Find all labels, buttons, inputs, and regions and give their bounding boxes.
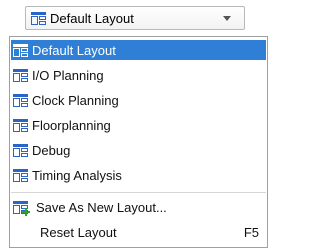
layout-icon (13, 43, 28, 57)
layout-dropdown-menu: Default Layout I/O Planning Clock Planni… (9, 36, 268, 248)
save-as-new-layout-item[interactable]: Save As New Layout... (11, 197, 266, 217)
menu-item-floorplanning[interactable]: Floorplanning (11, 115, 266, 135)
reset-layout-item[interactable]: Reset Layout F5 (11, 222, 266, 242)
layout-icon (13, 143, 28, 157)
layout-icon (13, 168, 28, 182)
menu-item-label: Save As New Layout... (36, 199, 167, 215)
layout-select-value: Default Layout (50, 10, 134, 26)
layout-icon (13, 68, 28, 82)
menu-separator (11, 192, 266, 193)
layout-icon (31, 11, 46, 25)
menu-item-label: I/O Planning (32, 67, 104, 83)
menu-item-default-layout[interactable]: Default Layout (11, 40, 266, 60)
plus-icon (22, 207, 30, 216)
menu-item-io-planning[interactable]: I/O Planning (11, 65, 266, 85)
menu-item-timing-analysis[interactable]: Timing Analysis (11, 165, 266, 185)
layout-select[interactable]: Default Layout (25, 6, 245, 30)
layout-icon (13, 118, 28, 132)
menu-item-debug[interactable]: Debug (11, 140, 266, 160)
menu-item-label: Reset Layout (40, 224, 117, 240)
shortcut-label: F5 (243, 225, 259, 240)
chevron-down-icon[interactable] (223, 16, 231, 21)
layout-combo: Default Layout (0, 0, 269, 34)
menu-item-label: Floorplanning (32, 117, 111, 133)
menu-item-label: Timing Analysis (32, 167, 122, 183)
menu-item-label: Default Layout (32, 42, 116, 58)
menu-item-label: Clock Planning (32, 92, 119, 108)
save-layout-icon (13, 200, 30, 216)
layout-icon (13, 93, 28, 107)
menu-item-label: Debug (32, 142, 71, 158)
menu-item-clock-planning[interactable]: Clock Planning (11, 90, 266, 110)
